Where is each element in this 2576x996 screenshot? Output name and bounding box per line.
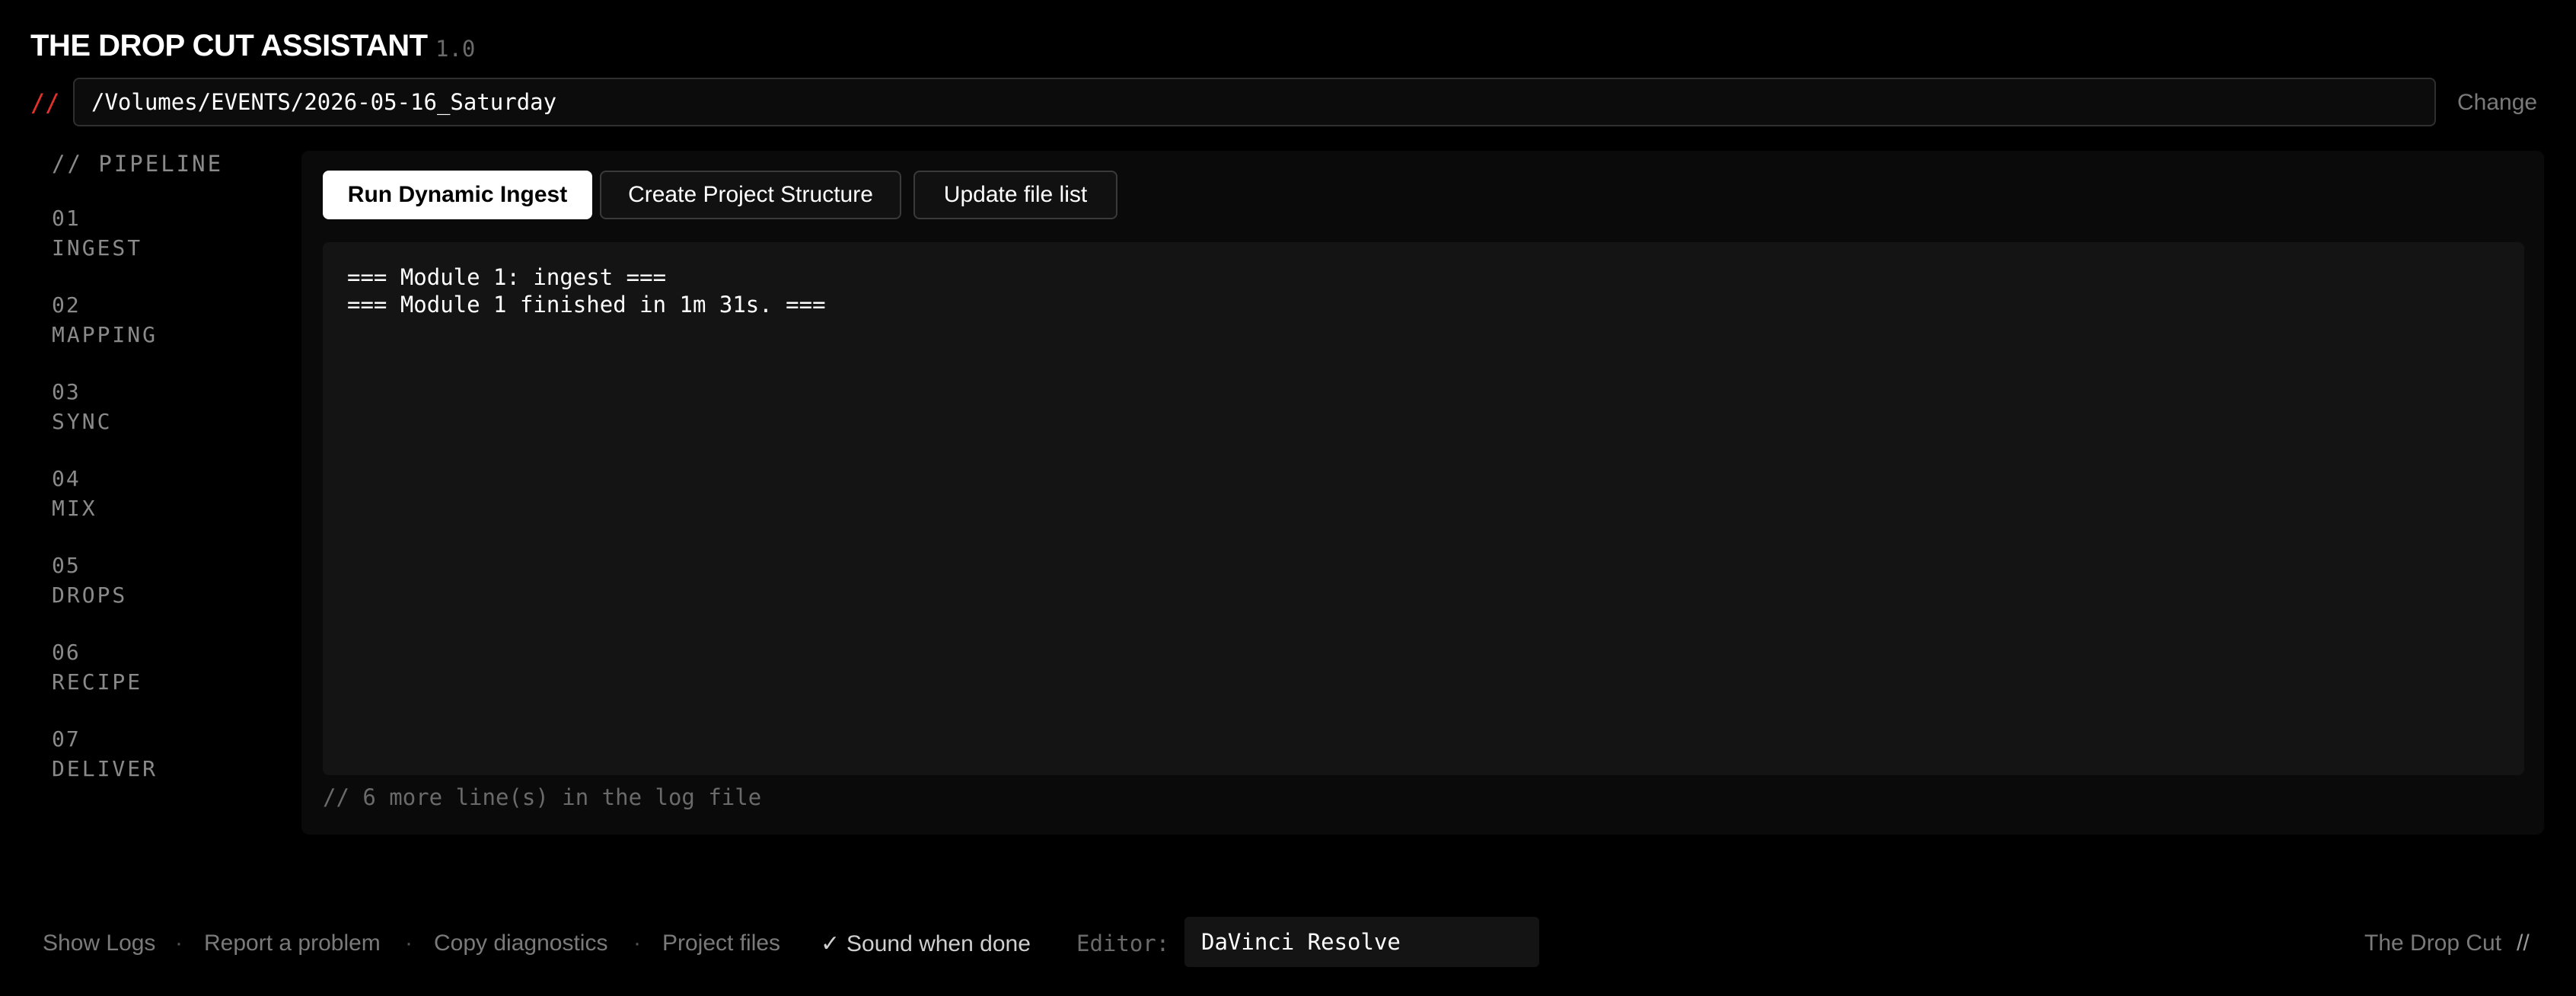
change-path-button[interactable]: Change: [2457, 90, 2537, 116]
sidebar-item-label: INGEST: [52, 235, 143, 260]
footer-brand-mark: //: [2517, 931, 2530, 956]
editor-select[interactable]: DaVinci Resolve: [1184, 917, 1539, 967]
footer-separator: ·: [633, 931, 641, 956]
log-line: === Module 1: ingest ===: [347, 264, 667, 290]
project-path-input[interactable]: [73, 78, 2436, 126]
sidebar-item-number: 05: [52, 553, 81, 578]
project-files-link[interactable]: Project files: [662, 931, 780, 956]
footer-separator: ·: [405, 931, 413, 956]
sidebar-item-recipe[interactable]: 06 RECIPE: [52, 638, 280, 708]
sidebar-item-label: MAPPING: [52, 322, 158, 347]
update-file-list-button[interactable]: Update file list: [913, 171, 1117, 219]
sidebar-item-number: 06: [52, 640, 81, 665]
path-prefix-marker: //: [30, 88, 60, 117]
app-version: 1.0: [435, 36, 476, 62]
create-project-structure-button[interactable]: Create Project Structure: [600, 171, 901, 219]
sidebar-item-number: 07: [52, 726, 81, 752]
sound-toggle-label: Sound when done: [846, 931, 1031, 956]
sidebar-item-ingest[interactable]: 01 INGEST: [52, 204, 280, 274]
sidebar-item-number: 02: [52, 292, 81, 318]
log-output[interactable]: === Module 1: ingest === === Module 1 fi…: [323, 242, 2524, 775]
sidebar-item-label: DROPS: [52, 583, 128, 608]
sidebar-heading: // PIPELINE: [52, 151, 224, 177]
footer-brand: The Drop Cut: [2364, 931, 2502, 956]
sidebar-item-sync[interactable]: 03 SYNC: [52, 378, 280, 448]
sound-when-done-toggle[interactable]: ✓ Sound when done: [821, 931, 1031, 957]
app-title: THE DROP CUT ASSISTANT: [30, 29, 428, 62]
sidebar-item-mix[interactable]: 04 MIX: [52, 464, 280, 535]
log-line: === Module 1 finished in 1m 31s. ===: [347, 292, 826, 318]
checkmark-icon: ✓: [821, 931, 840, 956]
editor-label: Editor:: [1076, 931, 1170, 956]
copy-diagnostics-link[interactable]: Copy diagnostics: [434, 931, 607, 956]
sidebar-item-number: 04: [52, 466, 81, 491]
sidebar-item-number: 01: [52, 206, 81, 231]
sidebar-item-deliver[interactable]: 07 DELIVER: [52, 725, 280, 795]
show-logs-link[interactable]: Show Logs: [43, 931, 155, 956]
sidebar-item-mapping[interactable]: 02 MAPPING: [52, 291, 280, 361]
run-dynamic-ingest-button[interactable]: Run Dynamic Ingest: [323, 171, 592, 219]
sidebar-item-number: 03: [52, 379, 81, 404]
sidebar-item-drops[interactable]: 05 DROPS: [52, 551, 280, 621]
sidebar-item-label: SYNC: [52, 409, 113, 434]
footer-separator: ·: [175, 931, 183, 956]
main-panel: Run Dynamic Ingest Create Project Struct…: [301, 151, 2544, 835]
log-more-lines-note: // 6 more line(s) in the log file: [323, 784, 762, 810]
report-problem-link[interactable]: Report a problem: [204, 931, 381, 956]
sidebar-item-label: DELIVER: [52, 756, 158, 781]
sidebar-item-label: RECIPE: [52, 669, 143, 694]
sidebar-item-label: MIX: [52, 496, 97, 521]
